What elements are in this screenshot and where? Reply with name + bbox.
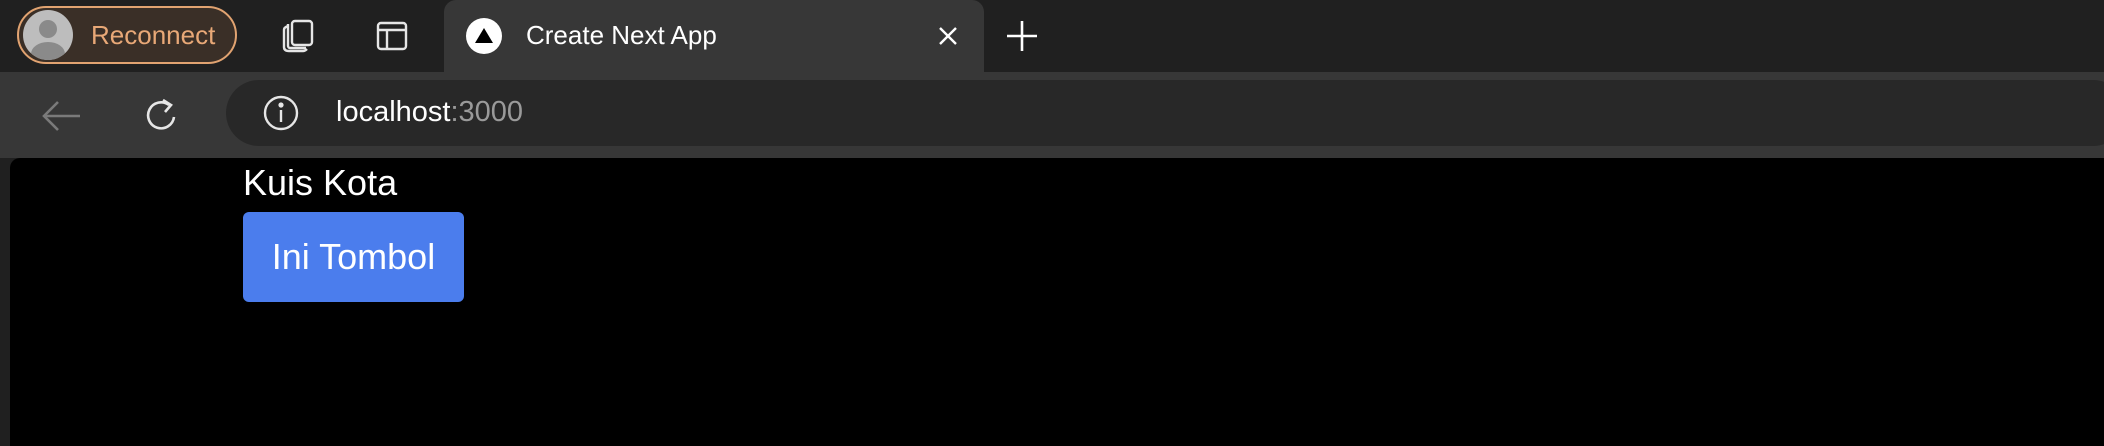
tab-actions-icon[interactable] — [370, 14, 414, 58]
refresh-icon[interactable] — [138, 92, 186, 140]
tab-title: Create Next App — [526, 20, 717, 50]
page-viewport: Kuis Kota Ini Tombol — [10, 158, 2104, 446]
url-host: localhost — [336, 96, 451, 128]
address-bar[interactable]: localhost:3000 — [226, 80, 2104, 146]
page-title: Kuis Kota — [243, 162, 398, 203]
info-icon[interactable] — [262, 94, 300, 132]
nextjs-triangle-icon — [466, 18, 502, 54]
url-text: localhost:3000 — [336, 96, 523, 129]
url-port: :3000 — [450, 96, 524, 128]
plus-icon[interactable] — [1000, 14, 1044, 58]
browser-toolbar: localhost:3000 — [0, 72, 2104, 158]
profile-reconnect-button[interactable]: Reconnect — [17, 6, 237, 64]
tab-create-next-app[interactable]: Create Next App — [444, 0, 984, 72]
tab-strip: Reconnect Create Next App — [0, 0, 2104, 72]
back-arrow-icon[interactable] — [38, 92, 86, 140]
avatar-icon — [23, 10, 73, 60]
close-icon[interactable] — [930, 18, 966, 54]
profile-label: Reconnect — [91, 19, 216, 50]
workspaces-icon[interactable] — [276, 14, 320, 58]
primary-button[interactable]: Ini Tombol — [243, 212, 464, 302]
